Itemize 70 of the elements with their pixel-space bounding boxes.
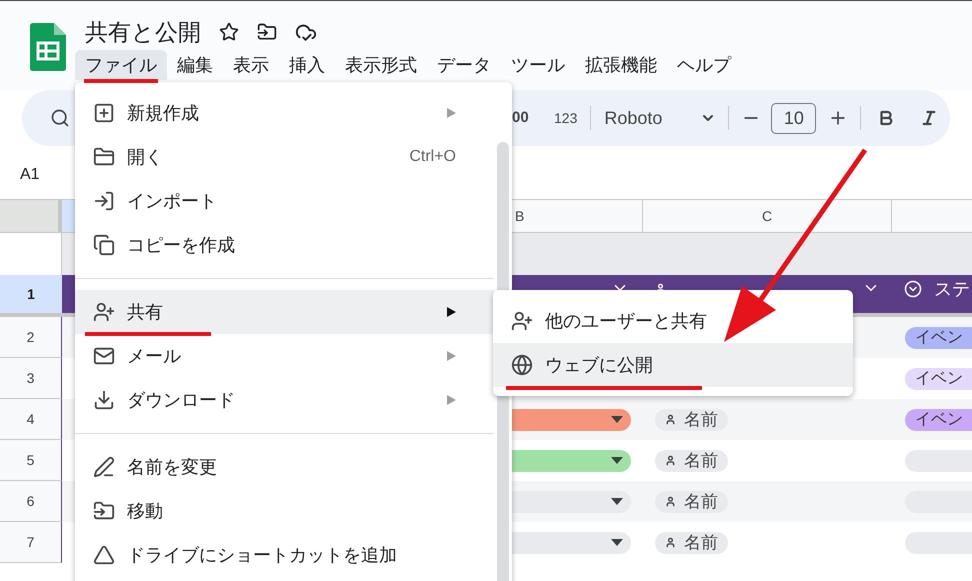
row-header[interactable]: 4 — [0, 399, 62, 440]
event-chip[interactable]: イベン — [905, 408, 972, 430]
menu-item-icon — [93, 146, 115, 168]
menu-item-icon — [93, 190, 115, 212]
number-format-button[interactable]: 123 — [554, 108, 578, 128]
menu-bar-item[interactable]: ヘルプ — [667, 50, 741, 80]
menu-item-icon — [511, 354, 533, 376]
row-header[interactable]: 3 — [0, 358, 62, 399]
dropdown-caret-icon — [611, 498, 623, 505]
row-header[interactable]: 1 — [0, 275, 62, 313]
name-box[interactable]: A1 — [20, 162, 40, 186]
sheets-logo-icon — [30, 23, 66, 71]
menu-bar-item[interactable]: 拡張機能 — [575, 50, 667, 80]
menu-item-icon — [93, 456, 115, 478]
column-title: ステ — [934, 279, 970, 299]
folder-move-icon[interactable] — [257, 22, 277, 42]
menu-item[interactable]: 開く Ctrl+O — [75, 135, 494, 179]
person-icon — [665, 414, 676, 425]
owner-chip[interactable]: 名前 — [655, 450, 728, 472]
italic-icon[interactable] — [920, 109, 938, 127]
row-header[interactable]: 5 — [0, 440, 62, 481]
menu-item[interactable]: ドライブにショートカットを追加 — [75, 533, 494, 577]
menu-item-icon — [93, 102, 115, 124]
menu-bar-item[interactable]: 編集 — [167, 50, 223, 80]
menu-item[interactable]: 移動 — [75, 489, 494, 533]
person-icon — [665, 496, 676, 507]
menu-item[interactable]: 名前を変更 — [75, 445, 494, 489]
menu-bar-item[interactable]: 表示 — [223, 50, 279, 80]
menu-item-icon — [93, 345, 115, 367]
menu-bar-item[interactable]: 挿入 — [279, 50, 335, 80]
owner-chip[interactable]: 名前 — [655, 532, 728, 554]
menu-item-icon — [93, 544, 115, 566]
person-icon — [665, 537, 676, 548]
submenu-item[interactable]: 他のユーザーと共有 — [493, 299, 853, 343]
menu-item[interactable]: 共有 — [75, 290, 494, 334]
menu-bar-item[interactable]: ツール — [501, 50, 575, 80]
event-chip[interactable]: イベン — [905, 326, 972, 348]
menu-bar-item[interactable]: ファイル — [75, 50, 167, 80]
row-header[interactable]: 6 — [0, 481, 62, 522]
menu-item[interactable]: 新規作成 — [75, 91, 494, 135]
menu-bar-item[interactable]: データ — [427, 50, 501, 80]
dropdown-caret-icon — [611, 416, 623, 423]
document-title[interactable]: 共有と公開 — [85, 17, 201, 47]
dropdown-caret-icon — [611, 457, 623, 464]
owner-chip[interactable]: 名前 — [655, 408, 728, 430]
menu-item[interactable]: コピーを作成 — [75, 223, 494, 267]
menu-bar-item[interactable]: 表示形式 — [335, 50, 427, 80]
menu-item-icon — [93, 234, 115, 256]
star-icon[interactable] — [219, 22, 239, 42]
submenu-item[interactable]: ウェブに公開 — [493, 343, 853, 387]
menu-item-icon — [93, 500, 115, 522]
shortcut-label: Ctrl+O — [409, 147, 456, 167]
menu-item[interactable]: ダウンロード — [75, 378, 494, 422]
font-dropdown[interactable]: Roboto — [604, 104, 716, 132]
dropdown-caret-icon — [611, 539, 623, 546]
menu-item[interactable]: メール — [75, 334, 494, 378]
row-header[interactable]: 7 — [0, 522, 62, 563]
menu-item-icon — [93, 389, 115, 411]
row-header[interactable]: 2 — [0, 317, 62, 358]
menu-item-icon — [511, 310, 533, 332]
person-icon — [665, 455, 676, 466]
dropdown-circle-icon — [904, 280, 922, 298]
owner-chip[interactable]: 名前 — [655, 490, 728, 512]
decrease-decimal-button[interactable]: 00 — [512, 106, 534, 130]
search-icon[interactable] — [50, 108, 70, 128]
menu-item-icon — [93, 301, 115, 323]
event-chip[interactable]: イベン — [905, 368, 972, 390]
font-size-field[interactable]: 10 — [771, 102, 816, 134]
column-header[interactable]: C — [643, 200, 892, 232]
menu-item[interactable]: インポート — [75, 179, 494, 223]
